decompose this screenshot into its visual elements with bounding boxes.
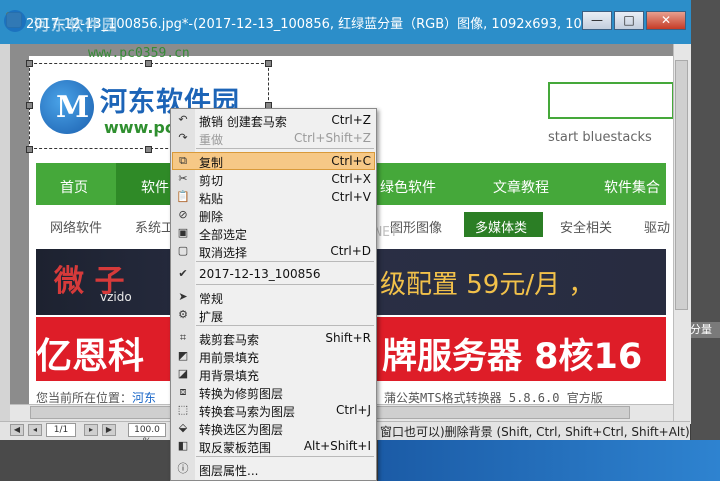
context-menu-item-shortcut: Ctrl+Shift+Z xyxy=(294,131,371,145)
context-menu-item-label: 2017-12-13_100856 xyxy=(199,267,321,281)
last-page-icon[interactable]: ▶ xyxy=(102,424,116,436)
context-menu-item-shortcut: Ctrl+X xyxy=(331,172,371,186)
context-menu-item-label: 用背景填充 xyxy=(199,369,260,383)
site-subnav-item: 网络软件 xyxy=(50,221,103,236)
lasso-layer-icon: ⬚ xyxy=(177,403,189,416)
ad-banner-bottom-text: 牌服务器 8核16 xyxy=(382,337,643,377)
context-menu-separator xyxy=(196,284,374,285)
invert-mask-icon: ◧ xyxy=(177,439,189,452)
desktop-wallpaper xyxy=(378,440,720,481)
context-menu-item-label: 取反蒙板范围 xyxy=(199,441,272,455)
context-menu-item-shortcut: Ctrl+C xyxy=(331,154,371,168)
clip-layer-icon: ⧈ xyxy=(179,385,187,398)
context-menu-item-label: 常规 xyxy=(199,292,224,306)
zoom-field[interactable]: 100.0 % xyxy=(128,423,166,447)
context-menu-item-label: 取消选择 xyxy=(199,246,248,260)
first-page-icon[interactable]: ◀ xyxy=(10,424,24,436)
prev-page-icon[interactable]: ◂ xyxy=(28,424,42,436)
context-menu-item-shortcut: Ctrl+J xyxy=(336,403,371,417)
context-menu-item-label: 撤销 创建套马索 xyxy=(199,115,287,129)
undo-icon: ↶ xyxy=(178,113,188,126)
selection-handle[interactable] xyxy=(26,146,33,153)
context-menu-item-shortcut: Ctrl+D xyxy=(330,244,371,258)
context-menu-separator xyxy=(196,148,374,149)
selection-handle[interactable] xyxy=(145,146,152,153)
close-button[interactable]: ✕ xyxy=(646,11,686,30)
copy-icon: ⧉ xyxy=(179,154,187,167)
maximize-button[interactable]: □ xyxy=(614,11,644,30)
info-icon: ⓘ xyxy=(177,462,189,475)
context-menu-item-label: 图层属性... xyxy=(199,464,259,478)
watermark-logo-icon xyxy=(4,10,26,32)
select-all-icon: ▣ xyxy=(177,226,189,239)
selection-layer-icon: ⬙ xyxy=(178,421,188,434)
redo-icon: ↷ xyxy=(178,131,188,144)
site-search-hint: start bluestacks xyxy=(548,130,652,145)
desktop-strip xyxy=(691,0,720,440)
context-menu-item-label: 全部选定 xyxy=(199,228,248,242)
context-menu-separator xyxy=(196,456,374,457)
context-menu-item-label: 扩展 xyxy=(199,310,224,324)
watermark-site-name: 河东软件园 xyxy=(34,16,120,34)
background-fill-icon: ◪ xyxy=(177,367,189,380)
breadcrumb-link: 河东 xyxy=(132,391,157,405)
context-menu-item-label: 剪切 xyxy=(199,174,224,188)
foreground-fill-icon: ◩ xyxy=(177,349,189,362)
context-menu-item-label: 粘贴 xyxy=(199,192,224,206)
context-menu-item-label: 重做 xyxy=(199,133,224,147)
site-subnav-item: 驱动 xyxy=(644,221,671,236)
context-menu-item-shortcut: Ctrl+V xyxy=(331,190,371,204)
context-menu-item-label: 用前景填充 xyxy=(199,351,260,365)
checkmark-icon: ✔ xyxy=(178,267,188,280)
selection-handle[interactable] xyxy=(26,60,33,67)
minimize-button[interactable]: — xyxy=(582,11,612,30)
crop-icon: ⌗ xyxy=(179,331,187,344)
selection-handle[interactable] xyxy=(265,60,272,67)
context-menu-item-label: 转换选区为图层 xyxy=(199,423,284,437)
context-menu-separator xyxy=(196,261,374,262)
site-subnav-item: 安全相关 xyxy=(560,221,613,236)
pointer-icon: ➤ xyxy=(178,290,188,303)
deselect-icon: ▢ xyxy=(177,244,189,257)
delete-icon: ⊘ xyxy=(178,208,188,221)
site-subnav-item: 系统工 xyxy=(135,221,175,236)
gear-icon: ⚙ xyxy=(178,308,188,321)
paste-icon: 📋 xyxy=(176,190,190,203)
breadcrumb-prefix: 您当前所在位置： xyxy=(36,391,133,405)
selection-handle[interactable] xyxy=(145,60,152,67)
context-menu-separator xyxy=(196,325,374,326)
site-nav-item: 软件 xyxy=(141,180,169,196)
site-nav-item: 文章教程 xyxy=(493,180,549,196)
page-indicator[interactable]: 1/1 xyxy=(46,423,76,437)
status-message: 窗口也可以)删除背景 (Shift, Ctrl, Shift+Ctrl, Shi… xyxy=(380,425,690,439)
site-subnav-item: 多媒体类 xyxy=(475,221,528,236)
ad-banner-top-sub: vzido xyxy=(100,290,132,304)
next-page-icon[interactable]: ▸ xyxy=(84,424,98,436)
context-menu-item-label: 删除 xyxy=(199,210,224,224)
vertical-scroll-thumb[interactable] xyxy=(675,60,688,310)
site-nav-item: 首页 xyxy=(60,180,88,196)
selection-handle[interactable] xyxy=(26,102,33,109)
context-menu-item-label: 转换为修剪图层 xyxy=(199,387,284,401)
ad-banner-top-text: 级配置 59元/月 ， xyxy=(380,270,595,300)
context-menu-item-shortcut: Alt+Shift+I xyxy=(303,439,371,453)
site-search-box xyxy=(548,82,674,119)
site-nav-item: 软件集合 xyxy=(604,180,660,196)
background-panel-label: 分量 xyxy=(690,322,720,338)
context-menu-item-label: 复制 xyxy=(199,156,224,170)
context-menu-item-shortcut: Shift+R xyxy=(325,331,371,345)
watermark-url: www.pc0359.cn xyxy=(88,46,190,61)
site-nav-item: 绿色软件 xyxy=(380,180,436,196)
cut-icon: ✂ xyxy=(178,172,188,185)
context-menu-item-shortcut: Ctrl+Z xyxy=(331,113,371,127)
context-menu-item-label: 转换套马索为图层 xyxy=(199,405,296,419)
ad-banner-bottom-brand: 亿恩科 xyxy=(36,336,145,377)
context-menu-item-label: 裁剪套马索 xyxy=(199,333,260,347)
